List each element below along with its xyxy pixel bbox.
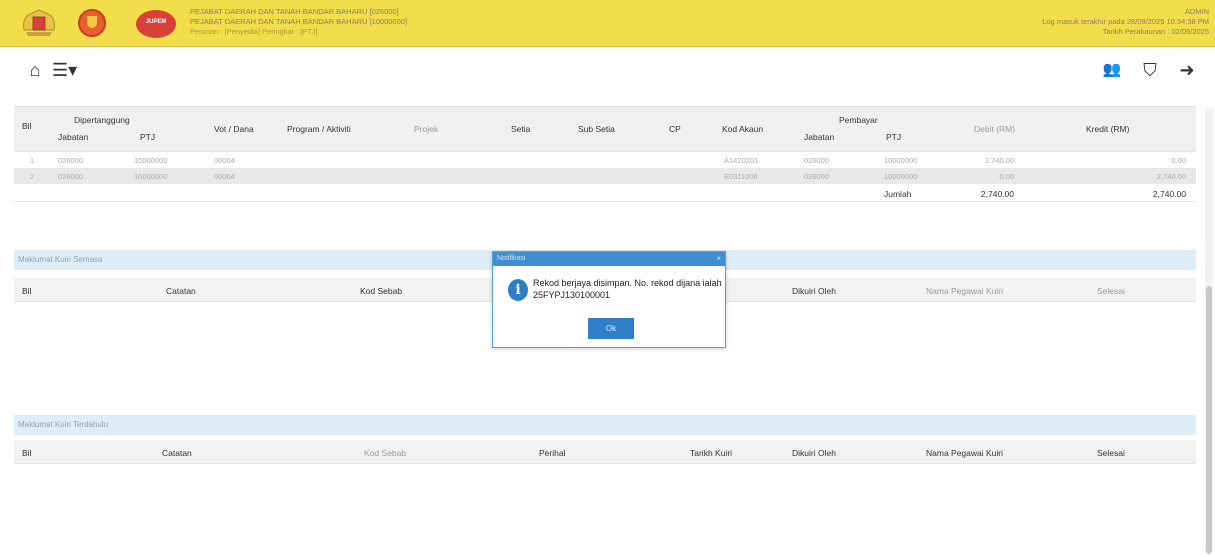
col-ptj: PTJ: [140, 132, 156, 142]
col-program: Program / Aktiviti: [287, 124, 351, 134]
notification-dialog: Notifikasi × i Rekod berjaya disimpan. N…: [492, 251, 726, 348]
row1-kredit: 0.00: [1171, 156, 1186, 165]
dialog-title: Notifikasi: [497, 255, 526, 262]
cq-col-nama: Nama Pegawai Kuiri: [926, 286, 1004, 296]
jupem-logo-text: JUPEM: [145, 19, 167, 25]
previous-query-title: Maklumat Kuiri Terdahulu: [18, 420, 109, 429]
col-jabatan: Jabatan: [58, 132, 89, 142]
col-vot: Vot / Dana: [214, 124, 254, 134]
col-ditanggung: Dipertanggung: [74, 115, 130, 125]
accounting-date: Tarikh Perakaunan : 02/09/2025: [1102, 27, 1209, 36]
pq-col-dikuiri: Dikuiri Oleh: [792, 448, 836, 458]
current-query-title: Maklumat Kuiri Semasa: [18, 255, 103, 264]
col-setia: Setia: [511, 124, 531, 134]
cq-col-catatan: Catatan: [166, 286, 196, 296]
previous-query-band: Maklumat Kuiri Terdahulu: [14, 415, 1196, 435]
table-row[interactable]: 2 026000 10000000 00004 E0311006 026000 …: [14, 168, 1196, 184]
logout-icon[interactable]: ➜: [1177, 60, 1197, 80]
info-icon: i: [508, 279, 528, 301]
journal-table-header: Bil Dipertanggung Jabatan PTJ Vot / Dana…: [14, 106, 1196, 152]
cq-col-kod-sebab: Kod Sebab: [360, 286, 403, 296]
row2-bil: 2: [30, 172, 35, 181]
pq-col-nama: Nama Pegawai Kuiri: [926, 448, 1004, 458]
last-login: Log masuk terakhir pada 28/08/2025 10:34…: [1042, 17, 1209, 26]
vertical-scrollbar[interactable]: [1205, 108, 1213, 554]
users-icon[interactable]: 👥: [1102, 60, 1122, 80]
row2-ptj: 10000000: [134, 172, 168, 181]
cq-col-dikuiri: Dikuiri Oleh: [792, 286, 836, 296]
pq-col-selesai: Selesai: [1097, 448, 1125, 458]
row2-kod: E0311006: [724, 172, 758, 181]
header-org-line2: PEJABAT DAERAH DAN TANAH BANDAR BAHARU […: [190, 17, 408, 26]
dialog-title-bar: Notifikasi ×: [493, 252, 725, 266]
row1-jabatan: 026000: [58, 156, 84, 165]
pq-col-catatan: Catatan: [162, 448, 192, 458]
col-kod-akaun: Kod Akaun: [722, 124, 764, 134]
pq-col-perihal: Perihal: [539, 448, 566, 458]
toolbar: ⌂ ☰▾ 👥 ⛉ ➜: [0, 47, 1215, 93]
row2-p-jabatan: 026000: [804, 172, 830, 181]
row2-p-ptj: 10000000: [884, 172, 918, 181]
col-cp: CP: [669, 124, 681, 134]
scrollbar-thumb[interactable]: [1206, 286, 1212, 554]
col-subsetia: Sub Setia: [578, 124, 615, 134]
row2-debit: 0.00: [999, 172, 1014, 181]
header-org-line1: PEJABAT DAERAH DAN TANAH BANDAR BAHARU […: [190, 7, 399, 16]
total-debit: 2,740.00: [980, 189, 1014, 199]
row1-p-jabatan: 026000: [804, 156, 830, 165]
col-p-jabatan: Jabatan: [804, 132, 835, 142]
row1-vot: 00004: [214, 156, 235, 165]
row1-debit: 2,740.00: [984, 156, 1014, 165]
cq-col-selesai: Selesai: [1097, 286, 1125, 296]
header-org-info: PEJABAT DAERAH DAN TANAH BANDAR BAHARU […: [190, 7, 407, 37]
col-p-ptj: PTJ: [886, 132, 902, 142]
row2-vot: 00004: [214, 172, 235, 181]
crest-logo: [20, 8, 58, 38]
pq-col-tarikh: Tarikh Kuiri: [690, 448, 733, 458]
menu-icon[interactable]: ☰▾: [52, 60, 92, 80]
col-projek: Projek: [414, 124, 439, 134]
row1-bil: 1: [30, 156, 35, 165]
col-kredit: Kredit (RM): [1086, 124, 1130, 134]
header-role-line: Peranan : [Penyedia] Peringkat : [PTJ]: [190, 27, 318, 36]
header-session-info: ADMIN Log masuk terakhir pada 28/08/2025…: [1042, 7, 1209, 37]
jupem-logo: JUPEM: [136, 10, 176, 38]
shield-icon[interactable]: ⛉: [1140, 60, 1160, 80]
pq-col-bil: Bil: [22, 448, 32, 458]
row2-kredit: 2,740.00: [1156, 172, 1186, 181]
row1-kod: A1420201: [724, 156, 759, 165]
app-header: JUPEM PEJABAT DAERAH DAN TANAH BANDAR BA…: [0, 0, 1215, 47]
total-kredit: 2,740.00: [1152, 189, 1186, 199]
ok-button[interactable]: Ok: [588, 318, 634, 339]
row1-p-ptj: 10000000: [884, 156, 918, 165]
row2-jabatan: 026000: [58, 172, 84, 181]
col-debit: Debit (RM): [974, 124, 1016, 134]
close-icon[interactable]: ×: [716, 252, 721, 266]
app-window: JUPEM PEJABAT DAERAH DAN TANAH BANDAR BA…: [0, 0, 1215, 557]
state-emblem-logo: [78, 9, 106, 37]
journal-total-row: Jumlah 2,740.00 2,740.00: [14, 184, 1196, 202]
row1-ptj: 10000000: [134, 156, 168, 165]
pq-col-kod-sebab: Kod Sebab: [364, 448, 407, 458]
previous-query-header: Bil Catatan Kod Sebab Perihal Tarikh Kui…: [14, 440, 1196, 464]
total-label: Jumlah: [884, 189, 912, 199]
cq-col-bil: Bil: [22, 286, 32, 296]
col-bil: Bil: [22, 121, 32, 131]
dialog-message: Rekod berjaya disimpan. No. rekod dijana…: [533, 278, 722, 300]
home-icon[interactable]: ⌂: [25, 60, 45, 80]
table-row[interactable]: 1 026000 10000000 00004 A1420201 026000 …: [14, 152, 1196, 168]
col-pembayar: Pembayar: [839, 115, 878, 125]
user-name: ADMIN: [1184, 7, 1209, 16]
